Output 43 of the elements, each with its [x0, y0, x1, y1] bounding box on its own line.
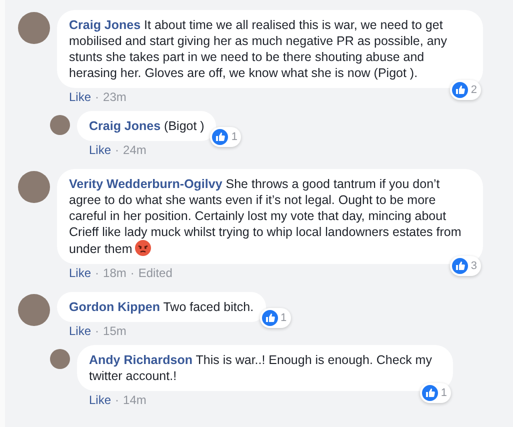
avatar[interactable]	[50, 349, 70, 369]
commenter-name[interactable]: Gordon Kippen	[69, 300, 160, 314]
separator-dot: ·	[115, 393, 120, 408]
reaction-count[interactable]: 2	[450, 80, 481, 100]
timestamp[interactable]: 23m	[103, 90, 126, 105]
separator-dot: ·	[115, 143, 120, 158]
like-link[interactable]: Like	[69, 266, 92, 281]
like-link[interactable]: Like	[69, 90, 92, 105]
separator-dot: ·	[95, 324, 100, 339]
reaction-count[interactable]: 1	[420, 383, 451, 403]
reaction-count[interactable]: 1	[210, 127, 242, 147]
edited-label[interactable]: Edited	[138, 266, 172, 281]
comment-text: Craig Jones (Bigot )	[89, 119, 204, 133]
comment-text: Verity Wedderburn-Ogilvy She throws a good tantrum if you don’t agree to do what she wants even if it’s not legal. Ought to be more careful in her position. Certainly lost my vote that day, mincing about Crieff like lady muck whilst trying to whip local landowners estates from under them	[69, 177, 462, 256]
thumbs-up-icon	[262, 310, 278, 326]
comment-text: Gordon Kippen Two faced bitch.	[69, 300, 254, 314]
comment-text: Craig Jones It about time we all realised this is war, we need to get mobilised and start giving her as much negative PR as possible, any stunts she takes part in we need to be there shouting abuse and herasing her. Gloves are off, we know what she is now (Pigot ).	[69, 18, 447, 80]
separator-dot: ·	[95, 266, 100, 281]
comment-text: Andy Richardson This is war..! Enough is enough. Check my twitter account.!	[89, 353, 432, 383]
thumbs-up-icon	[452, 258, 468, 274]
thumbs-up-icon	[452, 82, 468, 98]
timestamp[interactable]: 15m	[103, 324, 126, 339]
timestamp[interactable]: 14m	[123, 393, 146, 408]
commenter-name[interactable]: Verity Wedderburn-Ogilvy	[69, 177, 222, 191]
commenter-name[interactable]: Craig Jones	[69, 18, 141, 32]
like-link[interactable]: Like	[69, 324, 92, 339]
separator-dot: ·	[130, 266, 134, 281]
commenter-name[interactable]: Andy Richardson	[89, 353, 192, 367]
timestamp[interactable]: 18m	[103, 266, 126, 281]
angry-face-icon	[135, 240, 152, 256]
avatar[interactable]	[18, 294, 50, 326]
thumbs-up-icon	[212, 129, 228, 145]
avatar[interactable]	[18, 12, 50, 44]
like-link[interactable]: Like	[89, 143, 112, 158]
reaction-count[interactable]: 3	[450, 256, 481, 276]
timestamp[interactable]: 24m	[123, 143, 146, 158]
separator-dot: ·	[95, 90, 100, 105]
reaction-count[interactable]: 1	[260, 308, 291, 328]
like-link[interactable]: Like	[89, 393, 112, 408]
avatar[interactable]	[18, 171, 50, 203]
avatar[interactable]	[50, 115, 70, 135]
thumbs-up-icon	[422, 385, 438, 401]
commenter-name[interactable]: Craig Jones	[89, 119, 161, 133]
